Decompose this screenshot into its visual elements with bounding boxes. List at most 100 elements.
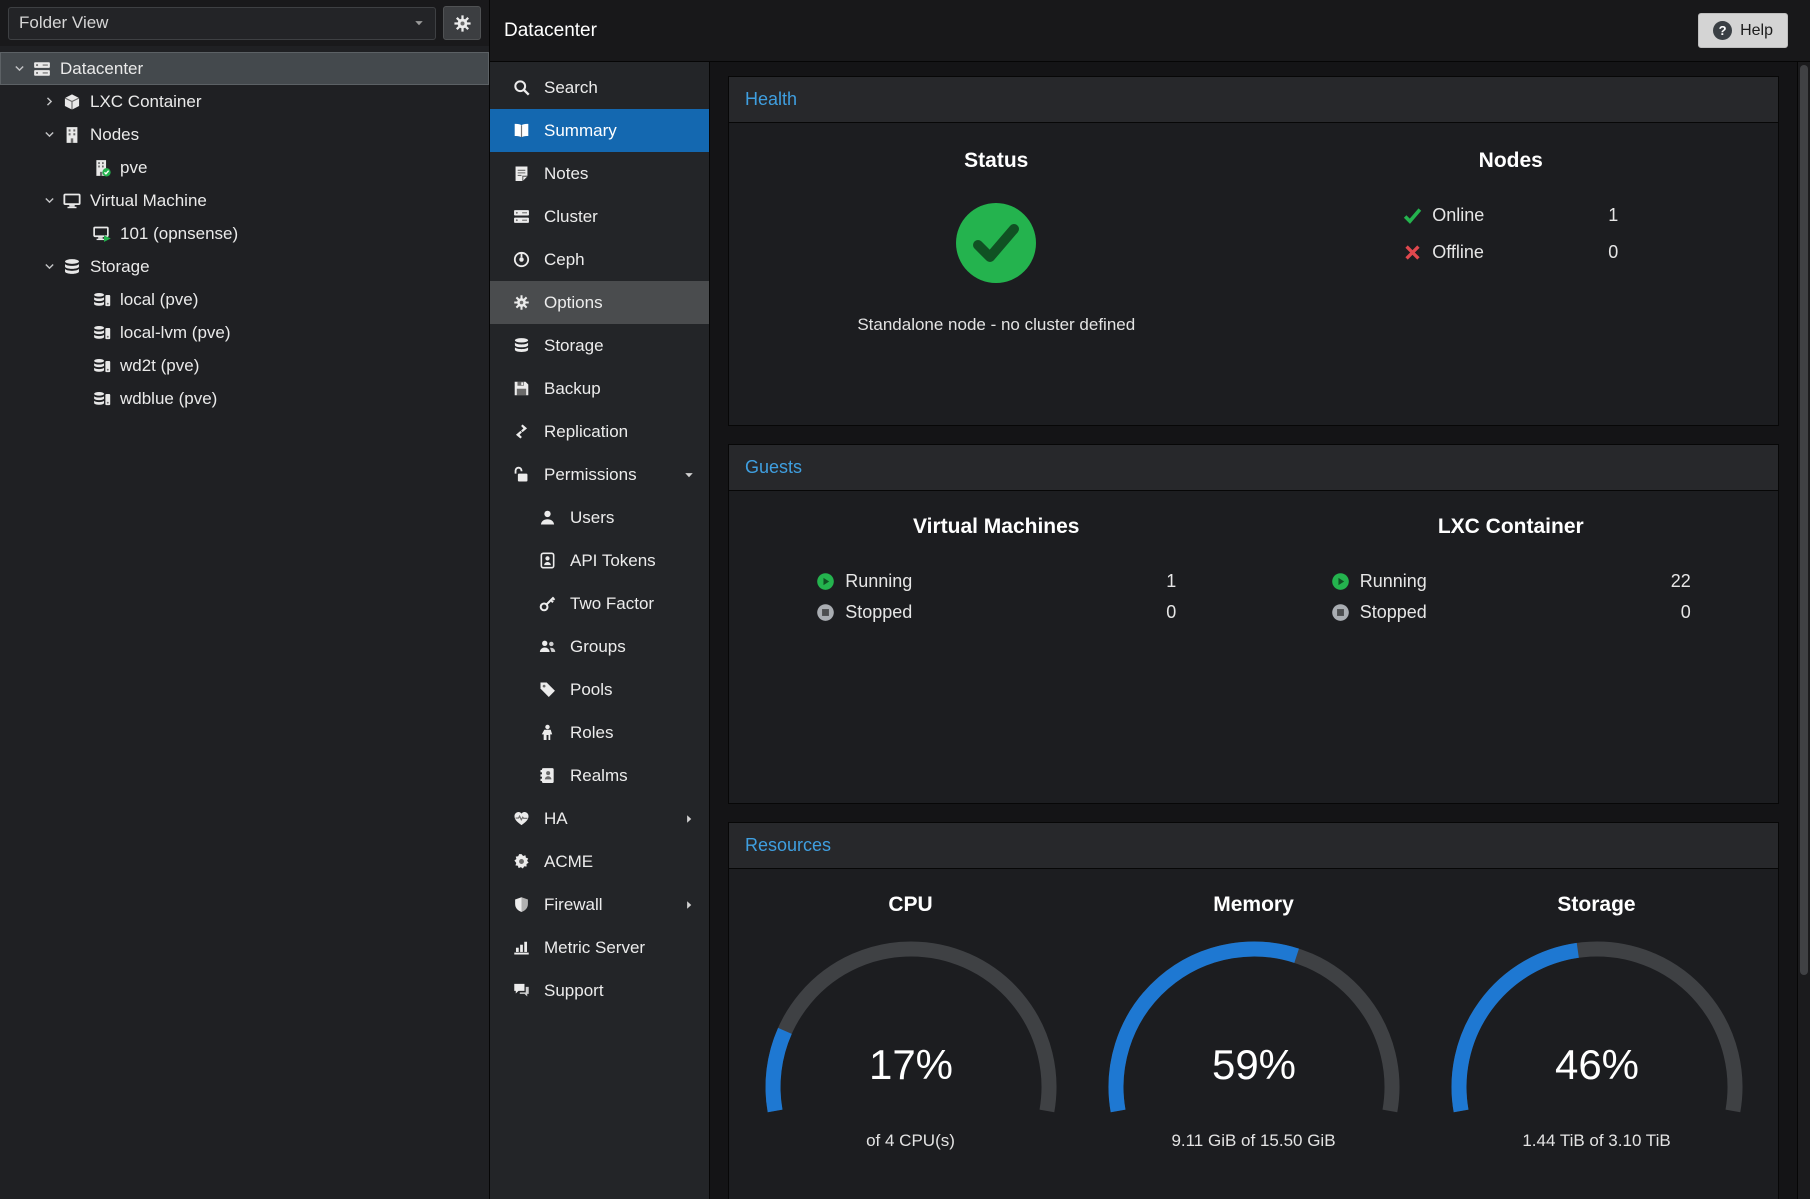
key-icon bbox=[538, 594, 557, 613]
help-button[interactable]: ? Help bbox=[1698, 13, 1788, 48]
page-title: Datacenter bbox=[504, 20, 597, 42]
gauge-title: Storage bbox=[1557, 893, 1635, 917]
tree-item-101-opnsense[interactable]: 101 (opnsense) bbox=[0, 217, 489, 250]
menu-item-permissions[interactable]: Permissions bbox=[490, 453, 709, 496]
tree-item-datacenter[interactable]: Datacenter bbox=[0, 52, 489, 85]
tree-toolbar: Folder View bbox=[0, 0, 489, 46]
menu-item-metric-server[interactable]: Metric Server bbox=[490, 926, 709, 969]
menu-item-cluster[interactable]: Cluster bbox=[490, 195, 709, 238]
menu-item-replication[interactable]: Replication bbox=[490, 410, 709, 453]
tree-item-wd2t-pve[interactable]: wd2t (pve) bbox=[0, 349, 489, 382]
status-value: 22 bbox=[1671, 571, 1691, 592]
view-mode-select[interactable]: Folder View bbox=[8, 7, 436, 40]
tag-icon bbox=[538, 680, 557, 699]
storage-gauge: Storage46%1.44 TiB of 3.10 TiB bbox=[1425, 893, 1768, 1151]
chevron-down-icon[interactable] bbox=[8, 61, 30, 77]
menu-item-label: API Tokens bbox=[570, 551, 656, 571]
menu-item-backup[interactable]: Backup bbox=[490, 367, 709, 410]
status-message: Standalone node - no cluster defined bbox=[857, 315, 1135, 335]
menu-item-two-factor[interactable]: Two Factor bbox=[490, 582, 709, 625]
vertical-scrollbar[interactable] bbox=[1797, 62, 1810, 1199]
gauge-arc: 59% bbox=[1089, 927, 1419, 1127]
expander-spacer bbox=[68, 358, 90, 374]
guest-group-title: Virtual Machines bbox=[913, 515, 1080, 539]
tree-item-nodes[interactable]: Nodes bbox=[0, 118, 489, 151]
menu-item-firewall[interactable]: Firewall bbox=[490, 883, 709, 926]
caret-right-icon bbox=[683, 813, 695, 825]
tree-item-local-lvm-pve[interactable]: local-lvm (pve) bbox=[0, 316, 489, 349]
lxc-container-column: LXC ContainerRunning22Stopped0 bbox=[1254, 515, 1769, 623]
menu-item-notes[interactable]: Notes bbox=[490, 152, 709, 195]
gauge-title: CPU bbox=[888, 893, 932, 917]
menu-item-label: ACME bbox=[544, 852, 593, 872]
chevron-down-icon[interactable] bbox=[38, 127, 60, 143]
status-value: 0 bbox=[1608, 242, 1618, 263]
menu-item-acme[interactable]: ACME bbox=[490, 840, 709, 883]
gauge-percent: 59% bbox=[1211, 1041, 1295, 1088]
menu-item-realms[interactable]: Realms bbox=[490, 754, 709, 797]
desktop-icon bbox=[62, 191, 82, 210]
tree-item-label: wd2t (pve) bbox=[120, 356, 199, 376]
gauge-caption: 1.44 TiB of 3.10 TiB bbox=[1522, 1131, 1670, 1151]
menu-item-label: Groups bbox=[570, 637, 626, 657]
nodes-status-rows: Online1Offline0 bbox=[1403, 205, 1618, 263]
cluster-status-column: Status Standalone node - no cluster defi… bbox=[739, 149, 1254, 335]
status-row-running: Running22 bbox=[1331, 571, 1691, 592]
menu-item-roles[interactable]: Roles bbox=[490, 711, 709, 754]
tree-item-pve[interactable]: pve bbox=[0, 151, 489, 184]
scrollbar-thumb[interactable] bbox=[1800, 65, 1808, 975]
menu-item-label: Notes bbox=[544, 164, 588, 184]
guests-panel: Guests Virtual MachinesRunning1Stopped0L… bbox=[728, 444, 1779, 804]
tree-item-lxc-container[interactable]: LXC Container bbox=[0, 85, 489, 118]
chevron-right-icon[interactable] bbox=[38, 94, 60, 110]
chevron-down-icon[interactable] bbox=[38, 193, 60, 209]
chevron-down-icon[interactable] bbox=[38, 259, 60, 275]
heartbeat-icon bbox=[512, 809, 531, 828]
menu-item-support[interactable]: Support bbox=[490, 969, 709, 1012]
tree-item-label: local (pve) bbox=[120, 290, 198, 310]
menu-item-label: Firewall bbox=[544, 895, 603, 915]
cluster-icon bbox=[512, 207, 531, 226]
unlock-icon bbox=[512, 465, 531, 484]
storage-drive-icon bbox=[92, 290, 112, 309]
menu-item-label: Permissions bbox=[544, 465, 637, 485]
tree-item-local-pve[interactable]: local (pve) bbox=[0, 283, 489, 316]
resource-tree-panel: Folder View DatacenterLXC ContainerNodes… bbox=[0, 0, 490, 1199]
gauge-arc: 17% bbox=[746, 927, 1076, 1127]
status-row-running: Running1 bbox=[816, 571, 1176, 592]
gauge-caption: of 4 CPU(s) bbox=[866, 1131, 955, 1151]
menu-item-users[interactable]: Users bbox=[490, 496, 709, 539]
config-menu: SearchSummary Notes Cluster Ceph OptionsStor… bbox=[490, 62, 710, 1199]
menu-item-groups[interactable]: Groups bbox=[490, 625, 709, 668]
menu-item-label: Support bbox=[544, 981, 604, 1001]
menu-item-label: Ceph bbox=[544, 250, 585, 270]
status-title: Status bbox=[964, 149, 1028, 173]
tree-item-wdblue-pve[interactable]: wdblue (pve) bbox=[0, 382, 489, 415]
status-value: 0 bbox=[1166, 602, 1176, 623]
datacenter-icon bbox=[32, 59, 52, 78]
status-label: Stopped bbox=[845, 602, 1166, 623]
tree-item-virtual-machine[interactable]: Virtual Machine bbox=[0, 184, 489, 217]
menu-item-options[interactable]: Options bbox=[490, 281, 709, 324]
menu-item-ceph[interactable]: Ceph bbox=[490, 238, 709, 281]
bar-chart-icon bbox=[512, 938, 531, 957]
summary-content: Health Status Standalone node - no clust… bbox=[710, 62, 1797, 1199]
menu-item-storage[interactable]: Storage bbox=[490, 324, 709, 367]
virtual-machines-column: Virtual Machines Running1 Stopped0 bbox=[739, 515, 1254, 623]
tree-settings-button[interactable] bbox=[443, 6, 481, 40]
nodes-title: Nodes bbox=[1479, 149, 1543, 173]
menu-item-ha[interactable]: HA bbox=[490, 797, 709, 840]
menu-item-summary[interactable]: Summary bbox=[490, 109, 709, 152]
expander-spacer bbox=[68, 160, 90, 176]
body-row: SearchSummaryNotesClusterCephOptionsStor… bbox=[490, 62, 1810, 1199]
menu-item-api-tokens[interactable]: API Tokens bbox=[490, 539, 709, 582]
resource-tree: DatacenterLXC ContainerNodespveVirtual M… bbox=[0, 46, 489, 1199]
database-icon bbox=[62, 257, 82, 276]
health-panel-body: Status Standalone node - no cluster defi… bbox=[729, 123, 1778, 425]
view-mode-label: Folder View bbox=[19, 13, 108, 33]
menu-item-pools[interactable]: Pools bbox=[490, 668, 709, 711]
gear-icon bbox=[512, 293, 531, 312]
tree-item-storage[interactable]: Storage bbox=[0, 250, 489, 283]
menu-item-search[interactable]: Search bbox=[490, 66, 709, 109]
status-value: 0 bbox=[1681, 602, 1691, 623]
